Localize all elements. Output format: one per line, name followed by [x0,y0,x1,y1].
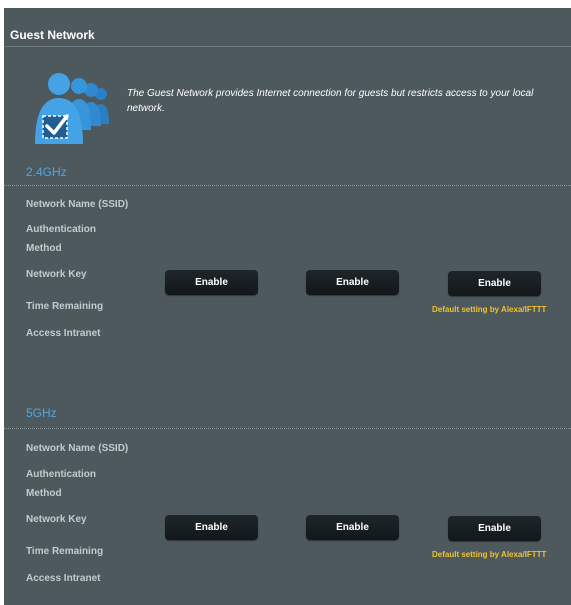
label-network-key: Network Key [26,269,87,280]
label-auth-method-line2: Method [26,488,62,499]
label-auth-method-line1: Authentication [26,224,96,235]
label-auth-method-line2: Method [26,243,62,254]
label-network-key: Network Key [26,514,87,525]
band-title-5ghz: 5GHz [26,406,57,420]
enable-button-5g-1[interactable]: Enable [165,515,258,540]
title-bar: Guest Network [4,8,571,47]
alexa-ifttt-note: Default setting by Alexa/IFTTT [432,305,547,314]
label-time-remaining: Time Remaining [26,546,104,557]
guest-users-check-icon [23,72,117,151]
label-time-remaining: Time Remaining [26,301,104,312]
guest-network-panel: Guest Network The Guest Network provides… [4,8,571,605]
label-access-intranet: Access Intranet [26,328,101,339]
enable-button-5g-2[interactable]: Enable [306,515,399,540]
label-auth-method-line1: Authentication [26,469,96,480]
label-network-name: Network Name (SSID) [26,199,129,210]
label-network-name: Network Name (SSID) [26,443,129,454]
enable-button-2g-2[interactable]: Enable [306,270,399,295]
band-title-2-4ghz: 2.4GHz [26,165,67,179]
divider [4,185,571,186]
alexa-ifttt-note: Default setting by Alexa/IFTTT [432,550,547,559]
enable-button-5g-3[interactable]: Enable [448,516,541,541]
page-title: Guest Network [10,28,95,42]
enable-button-2g-1[interactable]: Enable [165,270,258,295]
enable-button-2g-3[interactable]: Enable [448,271,541,296]
label-access-intranet: Access Intranet [26,573,101,584]
divider [4,428,571,429]
intro-description: The Guest Network provides Internet conn… [127,88,534,114]
